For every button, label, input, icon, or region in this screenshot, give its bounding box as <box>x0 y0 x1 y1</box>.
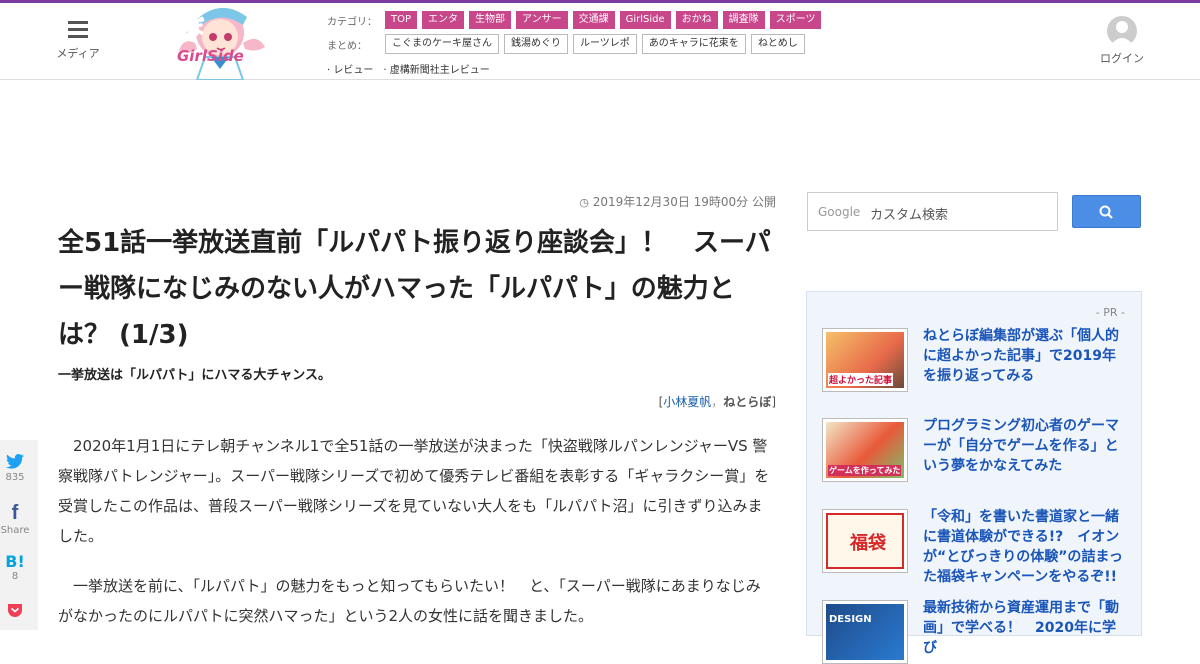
search-brand-label: Google <box>818 205 861 219</box>
author-link[interactable]: 小林夏帆 <box>663 395 711 409</box>
recommendation-title: 最新技術から資産運用まで「動画」で学べる！ 2020年に学び <box>923 600 1119 656</box>
category-girlside[interactable]: GirlSide <box>619 11 671 29</box>
matome-koguma[interactable]: こぐまのケーキ屋さん <box>385 34 499 54</box>
category-row: カテゴリ： TOP エンタ 生物部 アンサー 交通課 GirlSide おかね … <box>327 9 826 31</box>
login-label: ログイン <box>1100 52 1144 65</box>
category-answer[interactable]: アンサー <box>516 11 568 29</box>
clock-icon: ◷ <box>579 196 589 209</box>
recommendation-thumbnail: 福袋 <box>822 509 908 573</box>
recommendation-thumbnail: ゲームを作ってみた <box>822 418 908 482</box>
share-rail: 835 f Share B! 8 <box>0 440 38 630</box>
category-seibutsubu[interactable]: 生物部 <box>469 11 512 29</box>
recommendation-thumbnail: DESIGN <box>822 600 908 664</box>
media-menu-button[interactable]: メディア <box>55 21 101 61</box>
byline-bracket-close: ] <box>771 395 776 409</box>
matome-sento[interactable]: 銭湯めぐり <box>504 34 568 54</box>
matome-roots[interactable]: ルーツレポ <box>573 34 637 54</box>
sub-link-review[interactable]: · レビュー <box>327 61 373 76</box>
matome-hanataba[interactable]: あのキャラに花束を <box>641 34 746 54</box>
article-paragraph: 一挙放送を前に、「ルパパト」の魅力をもっと知ってもらいたい！ と、「スーパー戦隊… <box>58 577 761 625</box>
category-sports[interactable]: スポーツ <box>769 11 822 29</box>
recommendation-title: プログラミング初心者のゲーマーが「自分でゲームを作る」という夢をかなえてみた <box>923 418 1119 474</box>
user-avatar-icon <box>1107 16 1137 46</box>
twitter-icon <box>6 454 24 469</box>
category-enta[interactable]: エンタ <box>422 11 465 29</box>
site-header: メディア ねとらぼ GirlSide カテゴリ： TOP エンタ 生物部 アンサ… <box>0 3 1200 81</box>
pocket-icon <box>8 604 22 617</box>
recommendation-thumbnail: 超よかった記事 <box>822 328 908 392</box>
pocket-share-button[interactable] <box>0 602 30 621</box>
thumb-caption: ゲームを作ってみた <box>828 465 902 476</box>
header-nav: カテゴリ： TOP エンタ 生物部 アンサー 交通課 GirlSide おかね … <box>327 9 826 81</box>
thumb-caption: 超よかった記事 <box>828 373 894 386</box>
thumb-caption: 福袋 <box>850 533 886 554</box>
publish-date: ◷ 2019年12月30日 19時00分 公開 <box>540 193 776 210</box>
hatena-icon: B! <box>5 552 25 571</box>
search-button[interactable] <box>1072 195 1141 228</box>
byline-separator: ， <box>711 395 724 409</box>
article-lead: 一挙放送は「ルパパト」にハマる大チャンス。 <box>58 368 332 383</box>
search-icon <box>1099 205 1113 219</box>
facebook-icon: f <box>11 502 19 524</box>
twitter-count: 835 <box>5 472 25 483</box>
category-top[interactable]: TOP <box>385 11 418 29</box>
recommendation-title: 「令和」を書いた書道家と一緒に書道体験ができる!? イオンが“とびっきりの体験”… <box>923 509 1123 585</box>
category-okane[interactable]: おかね <box>675 11 718 29</box>
article-title: 全51話一挙放送直前「ルパパト振り返り座談会」！ スーパー戦隊になじみのない人が… <box>58 228 771 350</box>
matome-row: まとめ： こぐまのケーキ屋さん 銭湯めぐり ルーツレポ あのキャラに花束を ねと… <box>327 33 826 55</box>
article-byline: [小林夏帆，ねとらぼ] <box>560 393 776 410</box>
search-placeholder: カスタム検索 <box>870 208 949 223</box>
matome-netomeshi[interactable]: ねとめし <box>750 34 805 54</box>
sub-links-row: · レビュー · 虚構新聞社主レビュー <box>327 57 826 79</box>
custom-search-input[interactable]: Google カスタム検索 <box>807 192 1058 231</box>
logo-text: ねとらぼ <box>127 15 205 40</box>
facebook-label: Share <box>0 525 30 536</box>
twitter-share-button[interactable]: 835 <box>0 454 30 483</box>
login-button[interactable]: ログイン <box>1098 16 1146 66</box>
matome-label: まとめ： <box>327 40 367 52</box>
category-koutsuka[interactable]: 交通課 <box>572 11 615 29</box>
thumb-caption: DESIGN <box>829 614 872 625</box>
sub-link-kyokou-review[interactable]: · 虚構新聞社主レビュー <box>383 61 489 76</box>
facebook-share-button[interactable]: f Share <box>0 502 30 536</box>
article-paragraph: 2020年1月1日にテレ朝チャンネル1で全51話の一挙放送が決まった「快盗戦隊ル… <box>58 437 770 545</box>
hatena-count: 8 <box>11 571 19 582</box>
category-chousatai[interactable]: 調査隊 <box>722 11 765 29</box>
byline-org: ねとらぼ <box>723 395 772 409</box>
hatena-share-button[interactable]: B! 8 <box>0 552 30 582</box>
logo-subtext: GirlSide <box>177 47 244 65</box>
hamburger-icon <box>68 21 88 38</box>
media-menu-label: メディア <box>56 47 100 60</box>
publish-date-text: 2019年12月30日 19時00分 公開 <box>592 195 776 209</box>
recommendation-title: ねとらぼ編集部が選ぶ「個人的に超よかった記事」で2019年を振り返ってみる <box>923 328 1119 384</box>
site-logo[interactable]: ねとらぼ GirlSide <box>125 3 315 81</box>
category-label: カテゴリ： <box>327 16 377 28</box>
pr-label: - PR - <box>1095 306 1125 319</box>
